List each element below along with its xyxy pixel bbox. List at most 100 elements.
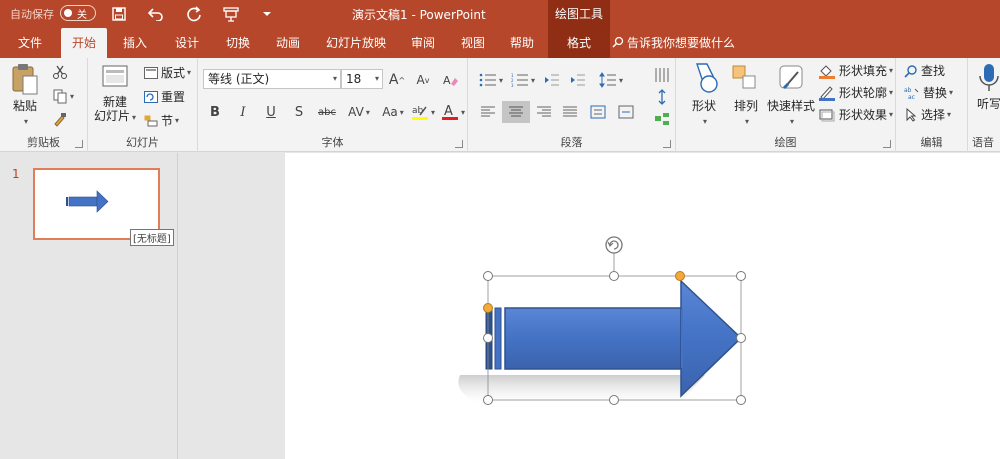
resize-handle-bl[interactable]: [483, 395, 493, 405]
cut-button[interactable]: [52, 64, 68, 80]
grow-font-button[interactable]: A ^: [386, 69, 408, 91]
line-spacing-button[interactable]: ▾: [596, 69, 626, 91]
format-painter-button[interactable]: [52, 112, 68, 128]
change-case-button[interactable]: Aa ▾: [378, 101, 408, 123]
new-slide-button[interactable]: 新建 幻灯片 ▾: [92, 62, 138, 125]
resize-handle-br[interactable]: [736, 395, 746, 405]
shapes-button[interactable]: 形状 ▾: [682, 62, 726, 127]
align-left-button[interactable]: [476, 101, 500, 123]
new-slide-icon: [102, 65, 128, 87]
copy-button[interactable]: ▾: [52, 88, 74, 104]
tab-review[interactable]: 审阅: [404, 28, 442, 58]
resize-handle-tr[interactable]: [736, 271, 746, 281]
paste-button[interactable]: 粘贴 ▾: [6, 62, 44, 127]
resize-handle-ml[interactable]: [483, 333, 493, 343]
new-slide-label-2-text: 幻灯片: [93, 109, 130, 123]
arrow-shadow: [458, 375, 705, 403]
clear-formatting-button[interactable]: A: [440, 69, 462, 91]
shape-fill-button[interactable]: 形状填充 ▾: [818, 62, 893, 79]
align-center-button[interactable]: [502, 101, 530, 123]
shape-effects-button[interactable]: 形状效果 ▾: [818, 106, 893, 123]
decrease-indent-icon: [545, 74, 559, 86]
rotate-handle-icon[interactable]: [605, 236, 623, 254]
editing-group-label: 编辑: [920, 136, 943, 149]
undo-icon[interactable]: [145, 3, 167, 25]
shape-outline-button[interactable]: 形状轮廓 ▾: [818, 84, 893, 101]
change-case-glyph: Aa: [382, 105, 398, 119]
increase-indent-button[interactable]: [566, 69, 590, 91]
justify-button[interactable]: [558, 101, 582, 123]
text-shadow-button[interactable]: S: [288, 101, 310, 123]
line-spacing-icon: [599, 72, 616, 88]
bold-button[interactable]: B: [204, 101, 226, 123]
tab-view[interactable]: 视图: [453, 28, 493, 58]
text-columns-button[interactable]: [650, 64, 674, 86]
resize-handle-mr[interactable]: [736, 333, 746, 343]
tab-insert[interactable]: 插入: [115, 28, 155, 58]
context-tools-label: 绘图工具: [548, 0, 610, 28]
clipboard-launcher[interactable]: [75, 140, 83, 148]
dictate-button[interactable]: 听写: [974, 62, 1000, 111]
present-icon[interactable]: [220, 3, 242, 25]
bullets-button[interactable]: ▾: [476, 69, 506, 91]
svg-text:3: 3: [511, 83, 514, 87]
tell-me-box[interactable]: 告诉我你想要做什么: [612, 28, 735, 58]
smartart-button[interactable]: [650, 108, 674, 130]
distributed-button[interactable]: [586, 101, 610, 123]
tab-home[interactable]: 开始: [61, 28, 107, 58]
group-paragraph: ▾ 1 2 3 ▾ ▾ 段落: [468, 58, 676, 152]
align-text-icon: [618, 105, 634, 119]
text-direction-button[interactable]: [650, 86, 674, 108]
highlight-button[interactable]: ab ▾: [408, 101, 438, 123]
align-text-button[interactable]: [614, 101, 638, 123]
shapes-label: 形状: [691, 99, 716, 113]
character-spacing-button[interactable]: AV ▾: [344, 101, 374, 123]
tab-animations[interactable]: 动画: [268, 28, 308, 58]
underline-button[interactable]: U: [260, 101, 282, 123]
tab-format[interactable]: 格式: [548, 28, 610, 58]
customize-icon[interactable]: [256, 3, 278, 25]
justify-icon: [563, 106, 577, 117]
decrease-indent-button[interactable]: [540, 69, 564, 91]
resize-handle-bm[interactable]: [609, 395, 619, 405]
find-button[interactable]: 查找: [904, 62, 945, 79]
quick-styles-button[interactable]: 快速样式 ▾: [766, 62, 816, 127]
font-name-combo[interactable]: 等线 (正文) ▾: [203, 69, 341, 89]
slide-canvas[interactable]: [285, 153, 1000, 459]
resize-handle-tm[interactable]: [609, 271, 619, 281]
arrange-button[interactable]: 排列 ▾: [726, 62, 766, 127]
font-size-combo[interactable]: 18 ▾: [341, 69, 383, 89]
layout-button[interactable]: 版式 ▾: [144, 64, 191, 81]
paragraph-launcher[interactable]: [663, 140, 671, 148]
italic-button[interactable]: I: [232, 101, 254, 123]
tab-slideshow[interactable]: 幻灯片放映: [320, 28, 392, 58]
select-button[interactable]: 选择 ▾: [904, 106, 951, 123]
tab-transitions[interactable]: 切换: [218, 28, 258, 58]
numbering-button[interactable]: 1 2 3 ▾: [508, 69, 538, 91]
tab-help[interactable]: 帮助: [502, 28, 542, 58]
tab-file[interactable]: 文件: [10, 28, 50, 58]
new-slide-label-2: 幻灯片 ▾: [93, 109, 137, 123]
font-launcher[interactable]: [455, 140, 463, 148]
resize-handle-tl[interactable]: [483, 271, 493, 281]
font-color-button[interactable]: A ▾: [438, 101, 468, 123]
drawing-launcher[interactable]: [883, 140, 891, 148]
adjust-handle-head[interactable]: [675, 271, 685, 281]
bullets-icon: [479, 73, 496, 87]
quick-styles-icon: [779, 65, 803, 90]
reset-icon: [144, 90, 158, 103]
shrink-font-button[interactable]: Av: [412, 69, 434, 91]
redo-icon[interactable]: [183, 3, 205, 25]
replace-button[interactable]: ab ac 替换 ▾: [904, 84, 953, 101]
align-right-button[interactable]: [532, 101, 556, 123]
adjust-handle-stripe[interactable]: [483, 303, 493, 313]
new-slide-label-1: 新建: [102, 95, 127, 109]
font-size-dropdown-icon: ▾: [374, 74, 379, 83]
voice-group-label: 语音: [972, 136, 994, 149]
tab-design[interactable]: 设计: [167, 28, 207, 58]
strikethrough-button[interactable]: abc: [316, 101, 338, 123]
reset-button[interactable]: 重置: [144, 88, 185, 105]
section-button[interactable]: 节 ▾: [144, 112, 179, 129]
autosave-toggle[interactable]: 关: [60, 5, 96, 21]
save-icon[interactable]: [108, 3, 130, 25]
